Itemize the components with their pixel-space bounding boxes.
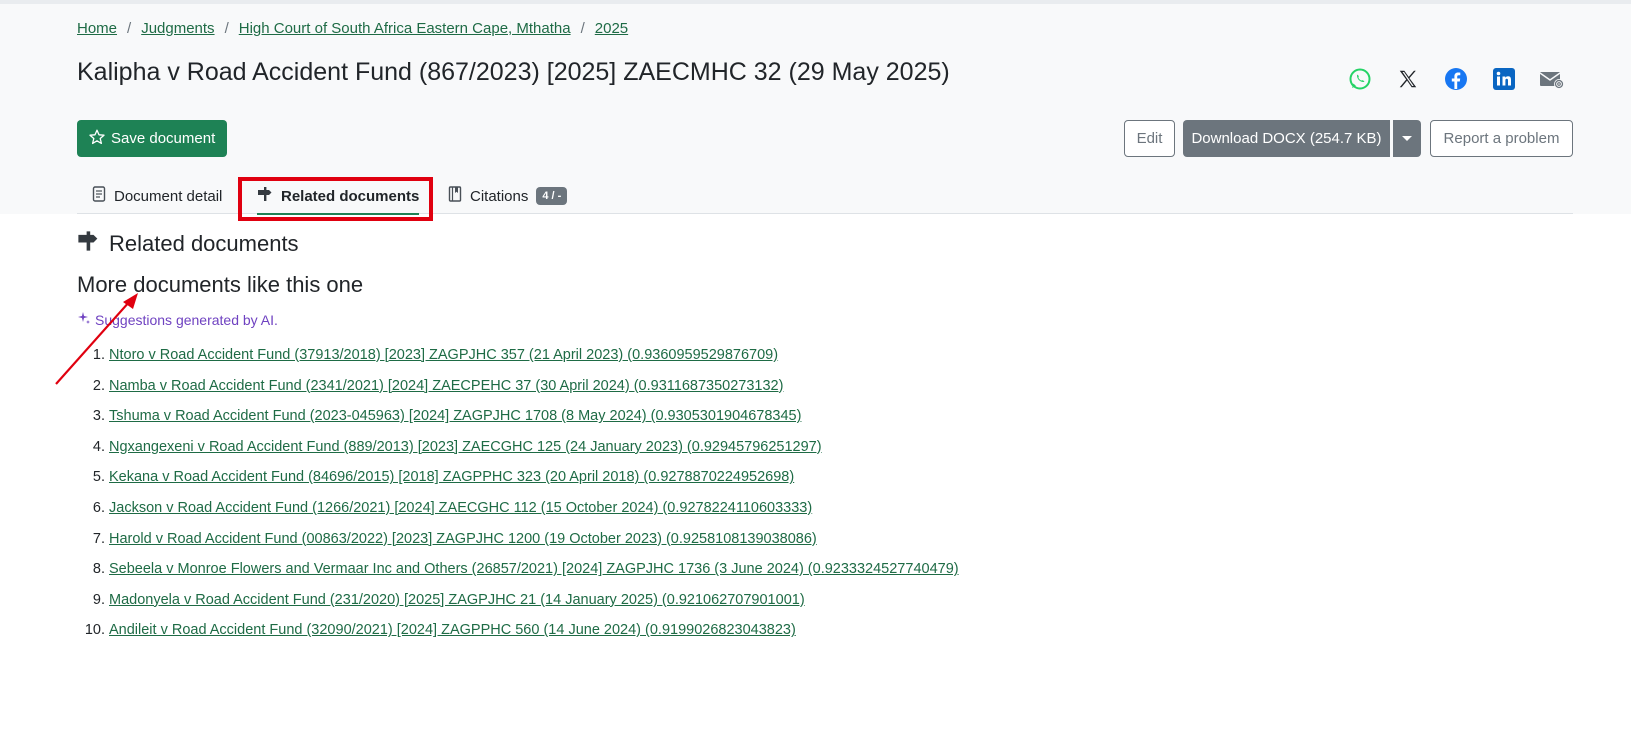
list-number: 9. (92, 591, 105, 608)
download-docx-button[interactable]: Download DOCX (254.7 KB) (1183, 120, 1390, 157)
list-item: 8. Sebeela v Monroe Flowers and Vermaar I… (77, 561, 959, 592)
breadcrumb-judgments[interactable]: Judgments (141, 20, 214, 37)
ai-note-text: Suggestions generated by AI. (95, 311, 278, 328)
related-document-link[interactable]: Tshuma v Road Accident Fund (2023-045963… (109, 408, 801, 439)
breadcrumb-separator: / (580, 20, 585, 37)
citations-count-badge: 4 / - (536, 187, 568, 205)
ai-note: Suggestions generated by AI. (77, 311, 278, 328)
list-item: 1. Ntoro v Road Accident Fund (37913/2018… (77, 347, 959, 378)
list-number: 1. (92, 347, 105, 363)
whatsapp-icon[interactable] (1347, 66, 1373, 92)
list-number: 2. (92, 377, 105, 394)
signpost-icon (77, 230, 99, 258)
signpost-icon (257, 186, 273, 206)
related-document-link[interactable]: Ntoro v Road Accident Fund (37913/2018) … (109, 347, 778, 378)
tab-citations[interactable]: Citations 4 / - (448, 178, 568, 214)
sparkle-icon (77, 311, 91, 328)
document-icon (92, 186, 106, 206)
save-document-button[interactable]: Save document (77, 120, 228, 157)
list-number: 8. (92, 561, 105, 578)
email-icon[interactable] (1539, 66, 1565, 92)
list-number: 10. (84, 622, 105, 639)
download-options-dropdown[interactable] (1393, 120, 1421, 157)
related-document-link[interactable]: Jackson v Road Accident Fund (1266/2021)… (109, 500, 812, 531)
breadcrumb-separator: / (224, 20, 229, 37)
star-icon (89, 129, 105, 149)
list-item: 10. Andileit v Road Accident Fund (32090/… (77, 622, 959, 653)
page-title: Kalipha v Road Accident Fund (867/2023) … (77, 58, 950, 86)
related-document-link[interactable]: Namba v Road Accident Fund (2341/2021) [… (109, 378, 783, 409)
list-item: 4. Ngxangexeni v Road Accident Fund (889/… (77, 439, 959, 470)
list-number: 7. (92, 530, 105, 547)
related-document-link[interactable]: Madonyela v Road Accident Fund (231/2020… (109, 592, 805, 623)
caret-down-icon (1402, 136, 1412, 141)
linkedin-icon[interactable] (1491, 66, 1517, 92)
list-item: 9. Madonyela v Road Accident Fund (231/20… (77, 592, 959, 623)
related-document-link[interactable]: Kekana v Road Accident Fund (84696/2015)… (109, 469, 794, 500)
section-heading-label: Related documents (109, 231, 299, 256)
edit-button[interactable]: Edit (1124, 120, 1175, 157)
list-item: 6. Jackson v Road Accident Fund (1266/202… (77, 500, 959, 531)
list-number: 3. (92, 408, 105, 425)
related-document-link[interactable]: Sebeela v Monroe Flowers and Vermaar Inc… (109, 561, 959, 592)
breadcrumb-year[interactable]: 2025 (595, 20, 628, 37)
share-links (1347, 66, 1565, 92)
list-item: 5. Kekana v Road Accident Fund (84696/201… (77, 469, 959, 500)
breadcrumb-separator: / (127, 20, 132, 37)
breadcrumb: Home / Judgments / High Court of South A… (77, 20, 628, 37)
x-icon[interactable] (1395, 66, 1421, 92)
related-document-link[interactable]: Ngxangexeni v Road Accident Fund (889/20… (109, 439, 822, 470)
tab-related-documents-label: Related documents (281, 187, 420, 205)
tab-document-detail[interactable]: Document detail (92, 178, 222, 214)
tab-citations-label: Citations (470, 187, 529, 205)
related-document-link[interactable]: Andileit v Road Accident Fund (32090/202… (109, 622, 796, 653)
section-heading: Related documents (77, 230, 299, 258)
list-number: 5. (92, 469, 105, 486)
report-problem-button[interactable]: Report a problem (1430, 120, 1573, 157)
more-like-this-heading: More documents like this one (77, 272, 364, 297)
tab-related-documents[interactable]: Related documents (257, 178, 420, 215)
breadcrumb-court[interactable]: High Court of South Africa Eastern Cape,… (239, 20, 571, 37)
list-item: 3. Tshuma v Road Accident Fund (2023-0459… (77, 408, 959, 439)
list-number: 6. (92, 499, 105, 516)
save-document-label: Save document (111, 130, 216, 147)
book-icon (448, 186, 462, 206)
list-number: 4. (92, 438, 105, 455)
list-item: 2. Namba v Road Accident Fund (2341/2021)… (77, 378, 959, 409)
document-tabs: Document detail Related documents Citati… (77, 178, 1573, 215)
list-item: 7. Harold v Road Accident Fund (00863/202… (77, 531, 959, 562)
tab-document-detail-label: Document detail (114, 187, 223, 205)
breadcrumb-home[interactable]: Home (77, 20, 117, 37)
related-documents-list: 1. Ntoro v Road Accident Fund (37913/2018… (77, 347, 959, 653)
related-document-link[interactable]: Harold v Road Accident Fund (00863/2022)… (109, 531, 817, 562)
facebook-icon[interactable] (1443, 66, 1469, 92)
